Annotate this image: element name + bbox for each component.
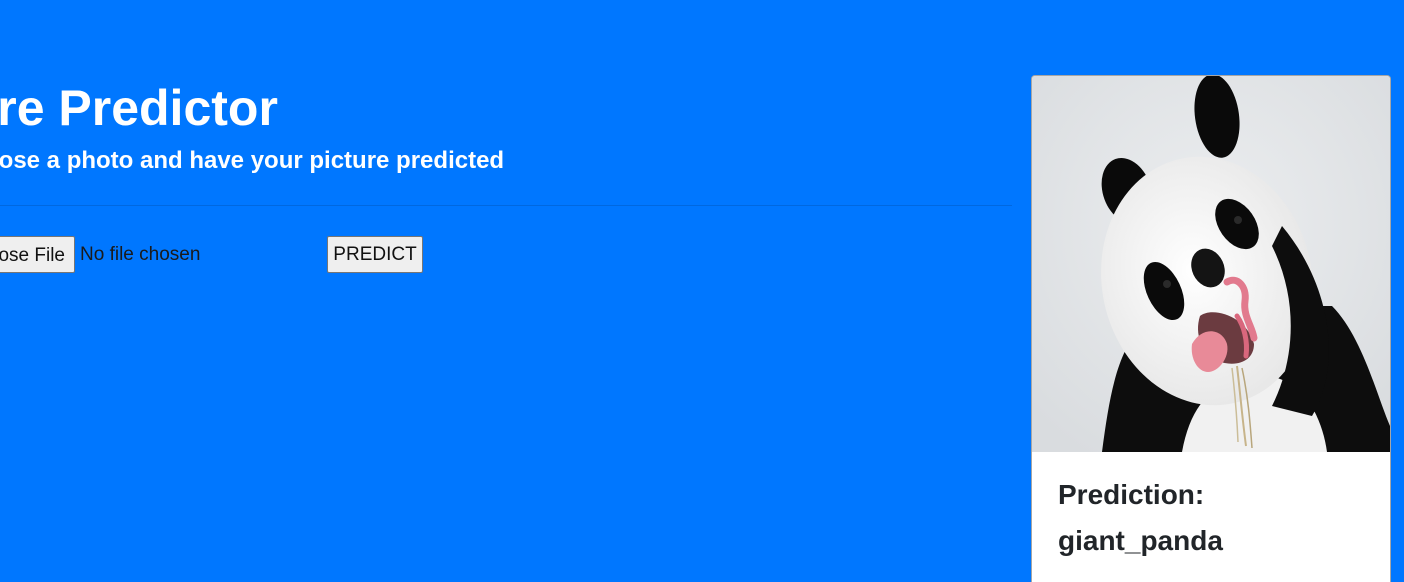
prediction-value: giant_panda [1058,525,1223,556]
page-subtitle: Choose a photo and have your picture pre… [0,147,505,174]
prediction-label: Prediction: [1058,479,1205,510]
page-title: Picture Predictor [0,80,278,136]
upload-form: Choose File No file chosen PREDICT [0,236,1012,273]
prediction-result: Prediction: giant_panda [1058,472,1378,564]
predict-button[interactable]: PREDICT [327,236,423,273]
panda-image [1032,76,1390,452]
prediction-card: Prediction: giant_panda [1031,75,1391,582]
choose-file-button[interactable]: Choose File [0,236,75,273]
page: Picture Predictor Choose a photo and hav… [0,0,1404,582]
divider [0,205,1012,206]
file-status-text: No file chosen [80,244,201,265]
